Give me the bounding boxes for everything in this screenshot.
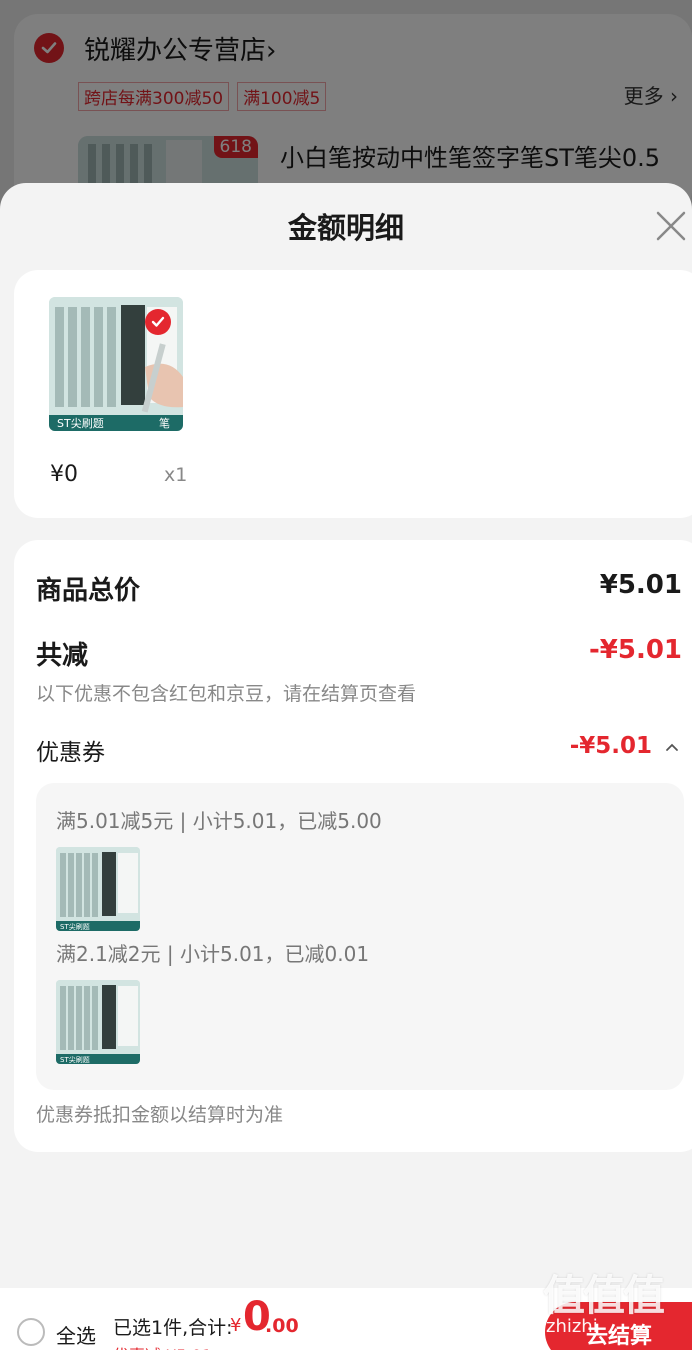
coupon-list: 满5.01减5元 | 小计5.01，已减5.00 ST尖刷题 满2.1减2元 |…: [36, 783, 684, 1090]
svg-text:ST尖刷题: ST尖刷题: [57, 417, 104, 430]
sheet-title: 金额明细: [287, 211, 404, 245]
goods-card: ST尖刷题 笔 ¥0 x1: [14, 270, 692, 518]
selected-check-icon: [145, 309, 171, 335]
total-price-label: 商品总价: [36, 576, 141, 606]
total-amount-decimal: .00: [265, 1315, 299, 1337]
reduction-note: 以下优惠不包含红包和京豆，请在结算页查看: [36, 683, 417, 705]
total-currency: ¥: [230, 1315, 242, 1336]
total-reduction-label: 共减: [36, 641, 89, 671]
close-button[interactable]: [654, 209, 688, 243]
price-detail-card: 商品总价 ¥5.01 共减 -¥5.01 以下优惠不包含红包和京豆，请在结算页查…: [14, 540, 692, 1152]
coupon-toggle[interactable]: -¥5.01: [570, 733, 680, 759]
coupon-value: -¥5.01: [569, 733, 652, 759]
pen-product-image: ST尖刷题: [56, 847, 140, 931]
coupon-item-thumbnail[interactable]: ST尖刷题: [56, 847, 140, 931]
coupon-label: 优惠券: [36, 740, 105, 766]
checkout-button-label[interactable]: 去结算: [586, 1318, 652, 1350]
coupon-disclaimer: 优惠券抵扣金额以结算时为准: [36, 1104, 284, 1126]
goods-quantity: x1: [164, 464, 188, 486]
discount-summary[interactable]: 优惠减 ¥5.01: [113, 1342, 212, 1350]
selected-summary: 已选1件,合计:: [113, 1317, 233, 1339]
amount-detail-sheet: 金额明细 ST尖刷题 笔 ¥0 x1 商品总价 ¥5.01 共减 -¥5.01 …: [0, 183, 692, 1288]
select-all-label[interactable]: 全选: [56, 1320, 96, 1349]
total-reduction-value: -¥5.01: [588, 635, 682, 665]
svg-text:ST尖刷题: ST尖刷题: [60, 922, 90, 931]
goods-price: ¥0: [50, 462, 78, 487]
coupon-rule: 满5.01减5元 | 小计5.01，已减5.00: [56, 809, 382, 833]
close-icon: [656, 211, 686, 241]
coupon-rule: 满2.1减2元 | 小计5.01，已减0.01: [56, 942, 370, 966]
goods-thumbnail[interactable]: ST尖刷题 笔: [49, 297, 183, 431]
chevron-up-icon: [666, 743, 678, 751]
select-all-checkbox[interactable]: [17, 1318, 45, 1346]
coupon-item-thumbnail[interactable]: ST尖刷题: [56, 980, 140, 1064]
total-price-value: ¥5.01: [599, 570, 682, 600]
pen-product-image: ST尖刷题: [56, 980, 140, 1064]
svg-text:笔: 笔: [159, 416, 170, 430]
svg-text:ST尖刷题: ST尖刷题: [60, 1055, 90, 1064]
checkout-bar: 全选 已选1件,合计: ¥ 0 .00 优惠减 ¥5.01 去结算: [0, 1288, 692, 1350]
